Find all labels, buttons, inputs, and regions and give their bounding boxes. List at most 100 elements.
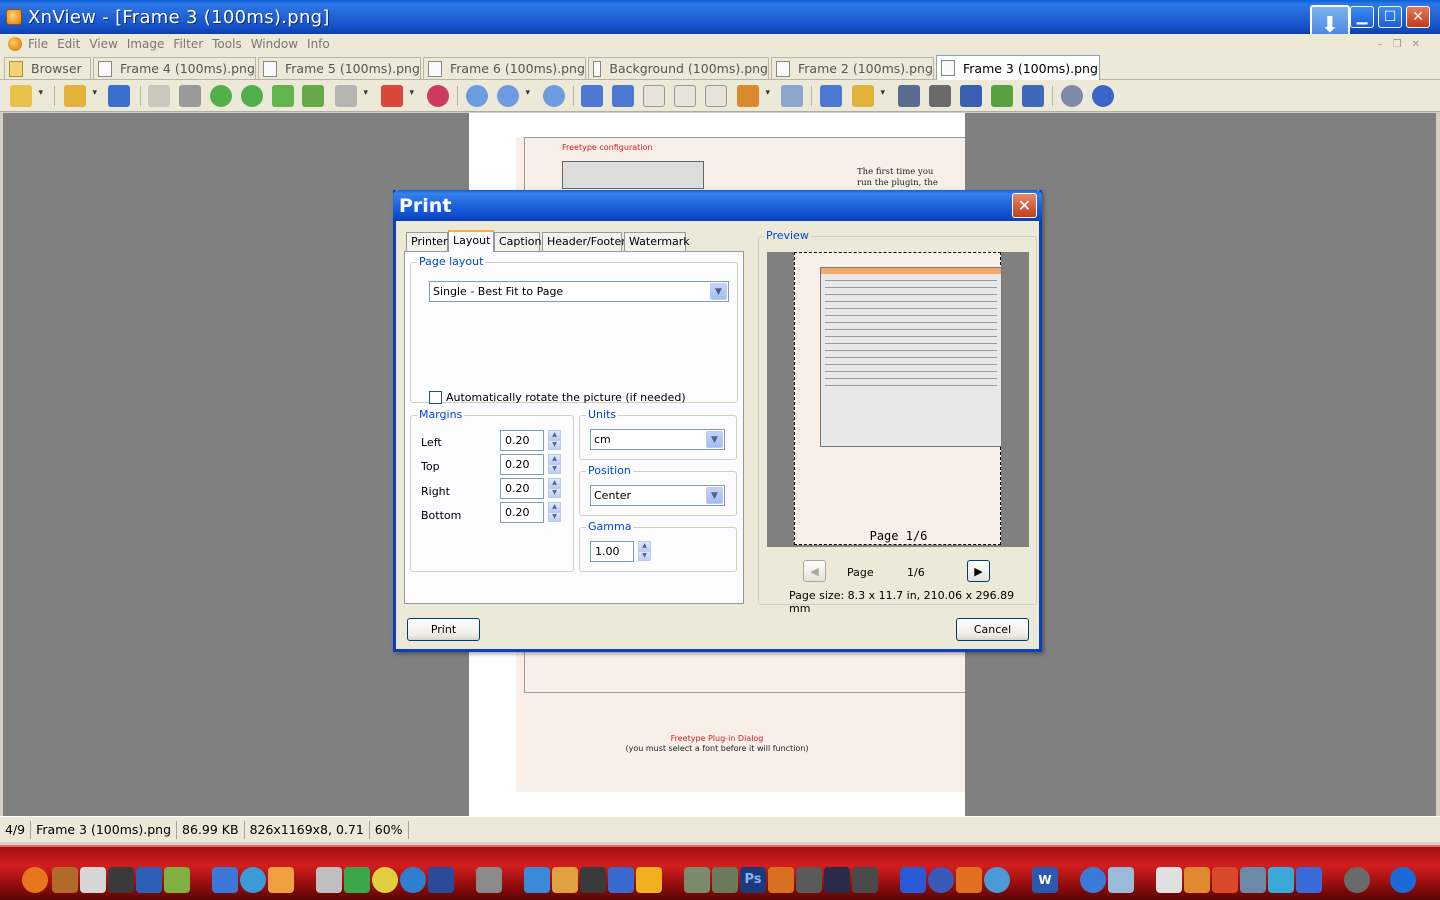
tab-layout[interactable]: Layout <box>448 230 494 252</box>
browse-tree-icon[interactable] <box>10 85 43 107</box>
wilber-icon[interactable] <box>852 867 878 893</box>
print-icon[interactable] <box>929 85 951 107</box>
bolt-icon[interactable] <box>636 867 662 893</box>
dark-app-icon[interactable] <box>824 867 850 893</box>
balls-icon[interactable] <box>372 867 398 893</box>
slideshow-icon[interactable] <box>737 85 770 107</box>
tab-frame2[interactable]: Frame 2 (100ms).png <box>771 57 934 79</box>
flame-icon[interactable] <box>1184 867 1210 893</box>
menu-image[interactable]: Image <box>127 37 165 51</box>
tab-frame4[interactable]: Frame 4 (100ms).png <box>93 57 256 79</box>
margin-top-input[interactable]: 0.20 <box>500 454 544 475</box>
brush-icon[interactable] <box>552 867 578 893</box>
save-icon[interactable] <box>108 85 130 107</box>
next-page-button[interactable]: ▶ <box>967 560 990 582</box>
menu-edit[interactable]: Edit <box>57 37 80 51</box>
pdf-icon[interactable] <box>1156 867 1182 893</box>
earth-icon[interactable] <box>400 867 426 893</box>
refresh-app-icon[interactable] <box>928 867 954 893</box>
squirrel-icon[interactable] <box>52 867 78 893</box>
adjust-colors-icon[interactable] <box>381 85 414 107</box>
word-icon[interactable]: W <box>1032 867 1058 893</box>
pen-tool-icon[interactable] <box>108 867 134 893</box>
tab-watermark[interactable]: Watermark <box>624 232 690 251</box>
settings-gear-icon[interactable] <box>1061 85 1083 107</box>
page-layout-select[interactable]: Single - Best Fit to Page ▼ <box>429 281 729 302</box>
notepad-icon[interactable] <box>164 867 190 893</box>
gamma-stepper[interactable]: ▲ ▼ <box>638 541 651 562</box>
crop-icon[interactable] <box>179 85 201 107</box>
previous-image-icon[interactable] <box>581 85 603 107</box>
flip-icon[interactable] <box>272 85 294 107</box>
raccoon-icon[interactable] <box>1344 867 1370 893</box>
3d-app-icon[interactable] <box>1212 867 1238 893</box>
next-image-icon[interactable] <box>612 85 634 107</box>
margin-right-input[interactable]: 0.20 <box>500 478 544 499</box>
resize-icon[interactable] <box>335 85 368 107</box>
tab-printer[interactable]: Printer <box>406 232 448 251</box>
first-page-icon[interactable] <box>643 85 665 107</box>
last-page-icon[interactable] <box>705 85 727 107</box>
next-page-icon[interactable] <box>674 85 696 107</box>
zoom-out-icon[interactable] <box>543 85 565 107</box>
tab-background[interactable]: Background (100ms).png <box>588 57 769 79</box>
gamma-input[interactable]: 1.00 <box>590 541 634 562</box>
close-button[interactable]: ✕ <box>1406 6 1430 28</box>
tab-header-footer[interactable]: Header/Footer <box>542 232 626 251</box>
gallery-icon[interactable] <box>712 867 738 893</box>
document-menu-icon[interactable] <box>8 37 22 51</box>
fullscreen-icon[interactable] <box>820 85 842 107</box>
plane-icon[interactable] <box>580 867 606 893</box>
capture-icon[interactable] <box>852 85 885 107</box>
sphere-icon[interactable] <box>984 867 1010 893</box>
menu-info[interactable]: Info <box>307 37 330 51</box>
export-icon[interactable] <box>991 85 1013 107</box>
margin-left-stepper[interactable]: ▲ ▼ <box>548 430 561 451</box>
dialog-close-button[interactable]: ✕ <box>1012 193 1037 218</box>
margin-bottom-input[interactable]: 0.20 <box>500 502 544 523</box>
blue-star-icon[interactable] <box>900 867 926 893</box>
s-app-icon[interactable] <box>956 867 982 893</box>
firefox-icon[interactable] <box>22 867 48 893</box>
margin-bottom-stepper[interactable]: ▲ ▼ <box>548 502 561 523</box>
undo-icon[interactable] <box>148 85 170 107</box>
rotate-right-icon[interactable] <box>241 85 263 107</box>
open-folder-icon[interactable] <box>64 85 97 107</box>
menu-view[interactable]: View <box>89 37 117 51</box>
water-drop-icon[interactable] <box>524 867 550 893</box>
monitor-icon[interactable] <box>1240 867 1266 893</box>
mdi-controls[interactable]: –❐✕ <box>1378 39 1430 50</box>
margin-top-stepper[interactable]: ▲ ▼ <box>548 454 561 475</box>
zoom-in-icon[interactable] <box>466 85 488 107</box>
menu-filter[interactable]: Filter <box>173 37 203 51</box>
auto-rotate-checkbox[interactable] <box>429 391 442 404</box>
zoom-fit-icon[interactable] <box>497 85 530 107</box>
clock-icon[interactable] <box>1390 867 1416 893</box>
margin-left-input[interactable]: 0.20 <box>500 430 544 451</box>
maximize-button[interactable]: ☐ <box>1378 6 1402 28</box>
pie-app-icon[interactable] <box>1080 867 1106 893</box>
binoculars-icon[interactable] <box>898 85 920 107</box>
tab-browser[interactable]: Browser <box>4 57 91 79</box>
menu-window[interactable]: Window <box>251 37 298 51</box>
package-icon[interactable] <box>268 867 294 893</box>
tab-frame5[interactable]: Frame 5 (100ms).png <box>258 57 421 79</box>
mirror-icon[interactable] <box>302 85 324 107</box>
cancel-button[interactable]: Cancel <box>956 618 1029 641</box>
usb-icon[interactable] <box>212 867 238 893</box>
effects-icon[interactable] <box>427 85 449 107</box>
tab-frame6[interactable]: Frame 6 (100ms).png <box>423 57 586 79</box>
font-app-icon[interactable] <box>768 867 794 893</box>
3d-text-icon[interactable] <box>1296 867 1322 893</box>
xnview-app-icon[interactable] <box>6 9 22 25</box>
scanner-icon[interactable] <box>960 85 982 107</box>
globe-icon[interactable] <box>240 867 266 893</box>
film-icon[interactable] <box>316 867 342 893</box>
tab-caption[interactable]: Caption <box>494 232 541 251</box>
info-icon[interactable] <box>1092 85 1114 107</box>
properties-icon[interactable] <box>781 85 803 107</box>
check-app-icon[interactable] <box>608 867 634 893</box>
menu-file[interactable]: File <box>28 37 48 51</box>
margin-right-stepper[interactable]: ▲ ▼ <box>548 478 561 499</box>
bird-icon[interactable] <box>1268 867 1294 893</box>
